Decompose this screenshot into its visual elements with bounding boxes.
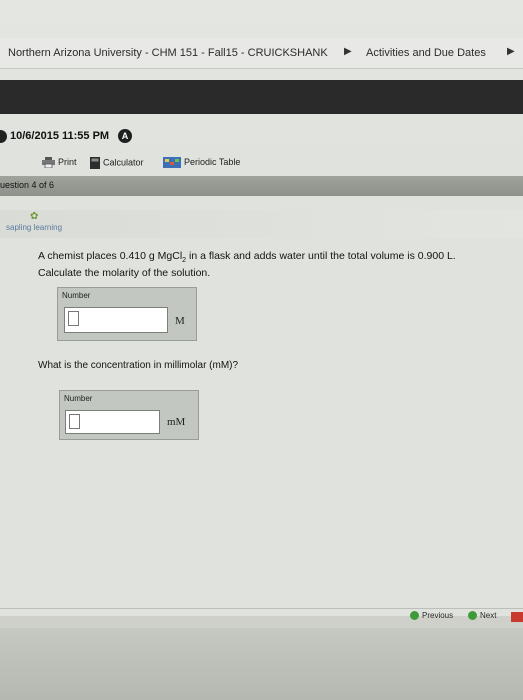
dark-banner — [0, 80, 523, 114]
answer-box-molarity: Number M — [57, 287, 197, 341]
footer-divider — [0, 608, 523, 609]
periodic-table-button[interactable]: Periodic Table — [163, 157, 241, 169]
calculator-button[interactable]: Calculator — [90, 157, 144, 169]
toolbar: Print Calculator Periodic Table — [0, 153, 523, 175]
activities-link[interactable]: Activities and Due Dates — [366, 47, 486, 59]
print-label: Print — [58, 157, 77, 167]
course-header: Northern Arizona University - CHM 151 - … — [0, 38, 523, 69]
course-title: Northern Arizona University - CHM 151 - … — [8, 47, 328, 59]
brand-logo: sapling learning — [6, 223, 63, 232]
play-arrow-icon[interactable]: ▶ — [507, 46, 515, 57]
problem-line-1: A chemist places 0.410 g MgCl2 in a flas… — [38, 250, 456, 265]
next-button[interactable]: Next — [468, 611, 496, 621]
screen: Northern Arizona University - CHM 151 - … — [0, 0, 523, 700]
print-button[interactable]: Print — [42, 157, 77, 169]
answer-box-millimolar: Number mM — [59, 390, 199, 440]
millimolar-input[interactable] — [65, 410, 160, 434]
molarity-input[interactable] — [64, 307, 168, 333]
answer-label: Number — [62, 291, 91, 300]
unit-label: M — [175, 315, 185, 327]
next-icon — [468, 611, 477, 621]
text-cursor-box — [69, 414, 80, 429]
answer-label: Number — [64, 394, 93, 403]
leaf-icon: ✿ — [30, 211, 39, 222]
clock-icon — [0, 130, 7, 143]
question-bar: uestion 4 of 6 — [0, 176, 523, 196]
play-arrow-icon: ▶ — [344, 46, 352, 57]
periodic-table-icon — [163, 157, 181, 169]
due-datetime: 10/6/2015 11:55 PM — [10, 130, 110, 142]
problem-line-2: Calculate the molarity of the solution. — [38, 267, 211, 280]
status-badge: A — [118, 129, 132, 143]
question-counter: uestion 4 of 6 — [0, 180, 55, 190]
periodic-table-label: Periodic Table — [184, 157, 241, 167]
calculator-label: Calculator — [103, 157, 144, 168]
unit-label: mM — [167, 416, 186, 428]
previous-icon — [410, 611, 419, 621]
calculator-icon — [90, 157, 100, 169]
exit-icon[interactable] — [511, 612, 523, 622]
printer-icon — [42, 157, 55, 169]
bottom-strip — [0, 628, 523, 700]
problem-statement: A chemist places 0.410 g MgCl2 in a flas… — [38, 250, 508, 280]
previous-button[interactable]: Previous — [410, 611, 453, 621]
question-2: What is the concentration in millimolar … — [38, 360, 239, 371]
due-date-bar: 10/6/2015 11:55 PM A — [0, 126, 523, 148]
brand-row: ✿ sapling learning — [0, 210, 523, 238]
text-cursor-box — [68, 311, 79, 326]
